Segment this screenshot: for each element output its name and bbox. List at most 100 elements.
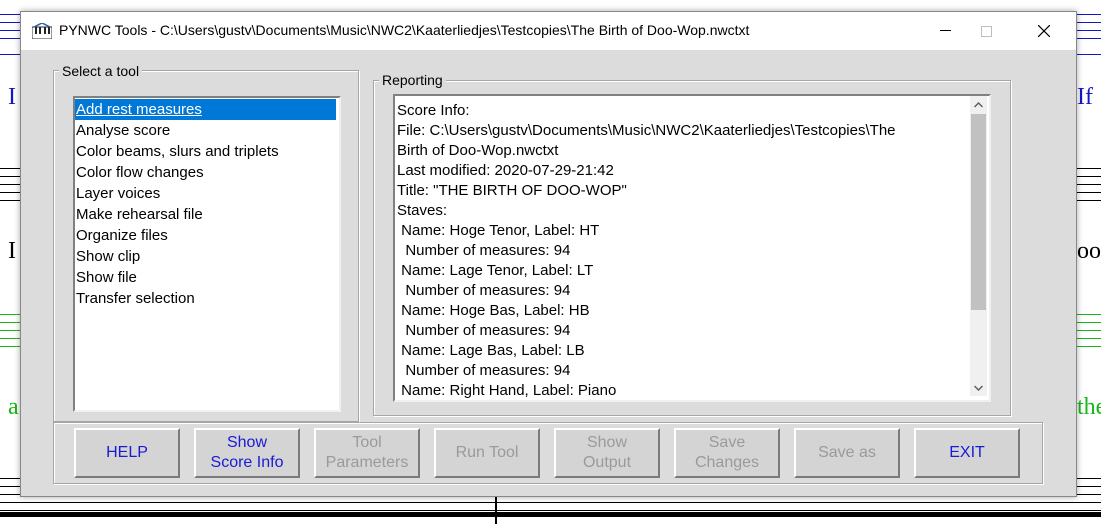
run-tool-button[interactable]: Run Tool xyxy=(434,428,540,478)
staff-line xyxy=(1076,184,1101,185)
staff-line xyxy=(1076,346,1101,347)
close-icon xyxy=(1038,25,1050,37)
staff-line xyxy=(0,176,22,177)
tool-list-item[interactable]: Show file xyxy=(75,267,137,288)
report-line: Name: Right Hand, Label: Piano xyxy=(397,382,617,399)
staff-line xyxy=(0,22,22,23)
staff-line xyxy=(0,30,22,31)
button-label: Save Changes xyxy=(694,434,760,471)
staff-line xyxy=(1076,314,1101,315)
report-line: Name: Lage Bas, Label: LB xyxy=(397,342,585,359)
button-label: Tool Parameters xyxy=(325,434,409,471)
lyric-fragment: a xyxy=(8,394,19,420)
chevron-down-icon xyxy=(974,384,983,391)
report-line: Name: Lage Tenor, Label: LT xyxy=(397,262,594,279)
piano-app-icon xyxy=(32,23,52,39)
tool-list-item[interactable]: Transfer selection xyxy=(75,288,195,309)
lyric-fragment: the xyxy=(1077,394,1101,420)
report-line: Name: Hoge Tenor, Label: HT xyxy=(397,222,600,239)
report-line: Staves: xyxy=(397,202,448,219)
staff-line xyxy=(1076,22,1101,23)
tool-list-item[interactable]: Color flow changes xyxy=(75,162,204,183)
report-output-text[interactable]: Score Info: File: C:\Users\gustv\Documen… xyxy=(393,94,991,402)
staff-line xyxy=(0,330,22,331)
staff-line xyxy=(1076,176,1101,177)
staff-line xyxy=(0,192,22,193)
tool-list-item[interactable]: Make rehearsal file xyxy=(75,204,203,225)
window-title: PYNWC Tools - C:\Users\gustv\Documents\M… xyxy=(59,22,750,38)
show-output-button[interactable]: Show Output xyxy=(554,428,660,478)
report-line: Name: Hoge Bas, Label: HB xyxy=(397,302,590,319)
tool-list-item[interactable]: Organize files xyxy=(75,225,168,246)
staff-line xyxy=(0,38,22,39)
scroll-down-arrow[interactable] xyxy=(970,379,987,396)
beam xyxy=(0,512,1101,517)
staff-line xyxy=(0,510,1101,511)
staff-line xyxy=(1076,30,1101,31)
help-button[interactable]: HELP xyxy=(74,428,180,478)
staff-line xyxy=(0,200,22,201)
maximize-button xyxy=(963,12,1009,50)
staff-line xyxy=(0,502,1101,503)
show-score-info-button[interactable]: Show Score Info xyxy=(194,428,300,478)
report-line: File: C:\Users\gustv\Documents\Music\NWC… xyxy=(397,122,896,139)
report-line: Score Info: xyxy=(397,102,470,119)
scroll-thumb[interactable] xyxy=(971,114,986,310)
button-label: HELP xyxy=(106,444,148,461)
report-scrollbar[interactable] xyxy=(970,96,987,396)
button-label: Save as xyxy=(818,444,876,461)
staff-line xyxy=(0,346,22,347)
minimize-button[interactable] xyxy=(922,12,968,50)
lyric-fragment: I xyxy=(8,238,16,264)
tool-list-item[interactable]: Layer voices xyxy=(75,183,160,204)
report-line: Number of measures: 94 xyxy=(397,242,571,259)
save-as-button[interactable]: Save as xyxy=(794,428,900,478)
staff-line xyxy=(1076,200,1101,201)
pynwc-tools-window: PYNWC Tools - C:\Users\gustv\Documents\M… xyxy=(20,11,1077,497)
tool-list-item[interactable]: Show clip xyxy=(75,246,140,267)
button-label: Run Tool xyxy=(455,444,519,461)
staff-line xyxy=(0,14,22,15)
staff-line xyxy=(1076,330,1101,331)
staff-line xyxy=(0,338,22,339)
exit-button[interactable]: EXIT xyxy=(914,428,1020,478)
staff-line xyxy=(0,322,22,323)
staff-line xyxy=(1076,338,1101,339)
chevron-up-icon xyxy=(974,101,983,108)
report-line: Last modified: 2020-07-29-21:42 xyxy=(397,162,614,179)
report-line: Number of measures: 94 xyxy=(397,322,571,339)
dialog-client-area: Select a tool Add rest measures Analyse … xyxy=(21,50,1076,496)
report-line: Number of measures: 94 xyxy=(397,282,571,299)
lyric-fragment: oor xyxy=(1077,238,1101,264)
report-line: Title: "THE BIRTH OF DOO-WOP" xyxy=(397,182,627,199)
staff-line xyxy=(1076,54,1101,55)
lyric-fragment: I xyxy=(8,84,16,110)
staff-line xyxy=(0,184,22,185)
save-changes-button[interactable]: Save Changes xyxy=(674,428,780,478)
tool-list-item[interactable]: Analyse score xyxy=(75,120,170,141)
staff-line xyxy=(1076,14,1101,15)
staff-line xyxy=(1076,168,1101,169)
title-bar[interactable]: PYNWC Tools - C:\Users\gustv\Documents\M… xyxy=(21,12,1076,50)
tool-parameters-button[interactable]: Tool Parameters xyxy=(314,428,420,478)
close-button[interactable] xyxy=(1021,12,1067,50)
staff-line xyxy=(1076,38,1101,39)
tool-selection-label: Select a tool xyxy=(59,63,143,79)
minimize-icon xyxy=(939,30,951,31)
report-line: Number of measures: 94 xyxy=(397,362,571,379)
staff-line xyxy=(0,168,22,169)
tool-list-item[interactable]: Color beams, slurs and triplets xyxy=(75,141,279,162)
staff-line xyxy=(1076,322,1101,323)
maximize-icon xyxy=(980,25,992,37)
button-label: Show Score Info xyxy=(210,434,284,471)
staff-line xyxy=(0,314,22,315)
button-label: Show Output xyxy=(582,434,632,471)
reporting-label: Reporting xyxy=(379,72,446,88)
tool-list-item[interactable]: Add rest measures xyxy=(75,99,336,120)
tool-list[interactable]: Add rest measures Analyse score Color be… xyxy=(73,96,341,412)
button-label: EXIT xyxy=(949,444,985,461)
scroll-up-arrow[interactable] xyxy=(970,96,987,113)
lyric-fragment: If xyxy=(1077,84,1093,110)
button-row: HELP Show Score Info Tool Parameters Run T… xyxy=(74,428,1034,478)
staff-line xyxy=(0,54,22,55)
